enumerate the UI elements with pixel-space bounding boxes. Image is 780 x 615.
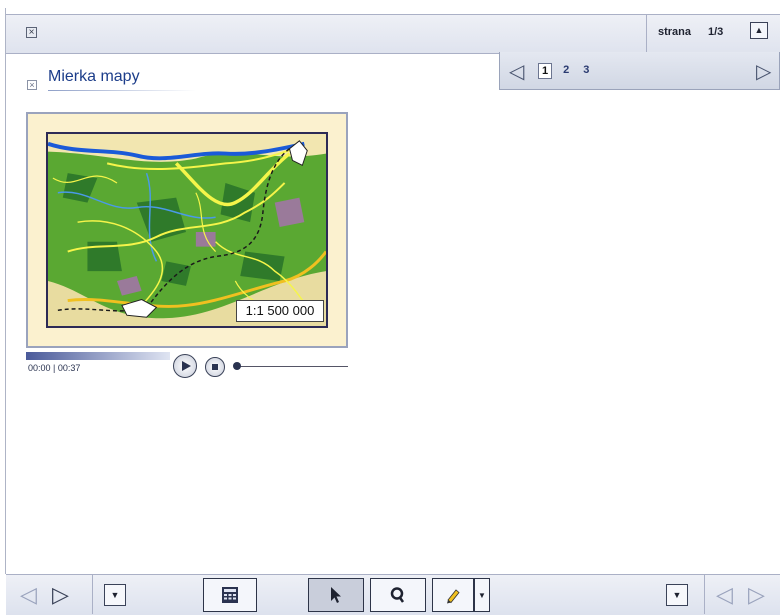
bottom-right-prev-button[interactable]: ◁ <box>716 582 733 608</box>
pager-pages: 1 2 3 <box>538 63 592 79</box>
search-tool-button[interactable] <box>370 578 426 612</box>
video-progress-bar[interactable] <box>26 352 170 360</box>
collapse-up-button[interactable]: ▲ <box>750 22 768 39</box>
volume-slider-handle[interactable] <box>233 362 241 370</box>
pencil-tool-button[interactable] <box>432 578 474 612</box>
pointer-icon <box>331 587 341 603</box>
section-close-icon[interactable]: × <box>27 80 37 90</box>
toolbar-divider-right <box>704 574 705 614</box>
pointer-tool-button[interactable] <box>308 578 364 612</box>
play-button[interactable] <box>173 354 197 378</box>
map-image <box>48 134 326 326</box>
close-icon[interactable]: × <box>26 27 37 38</box>
pager-next-button[interactable]: ▷ <box>756 59 771 84</box>
video-time: 00:00 | 00:37 <box>28 363 81 373</box>
page-label: strana <box>658 26 692 38</box>
bottom-dropdown-button-right[interactable]: ▼ <box>666 584 688 606</box>
page-number: 1/3 <box>708 26 724 38</box>
bottom-dropdown-button-left[interactable]: ▼ <box>104 584 126 606</box>
calculator-button[interactable] <box>203 578 257 612</box>
calculator-icon <box>222 587 238 603</box>
volume-slider-track[interactable] <box>238 366 348 367</box>
left-frame-border <box>5 8 6 574</box>
title-underline <box>48 90 196 91</box>
toolbar-divider <box>92 574 93 614</box>
map-scale-label: 1:1 500 000 <box>236 300 324 322</box>
pencil-icon <box>447 589 460 604</box>
pager-page-1[interactable]: 1 <box>538 63 553 79</box>
pager-page-2[interactable]: 2 <box>560 63 572 79</box>
search-icon <box>390 587 405 603</box>
pager-page-3[interactable]: 3 <box>580 63 592 79</box>
section-title: Mierka mapy <box>48 68 140 85</box>
pager-prev-button[interactable]: ◁ <box>509 59 524 84</box>
bottom-prev-button[interactable]: ◁ <box>20 582 37 608</box>
bottom-right-next-button[interactable]: ▷ <box>748 582 765 608</box>
map-video[interactable] <box>46 132 328 328</box>
stop-button[interactable] <box>205 357 225 377</box>
bottom-next-button[interactable]: ▷ <box>52 582 69 608</box>
pencil-options-dropdown[interactable]: ▼ <box>474 578 490 612</box>
